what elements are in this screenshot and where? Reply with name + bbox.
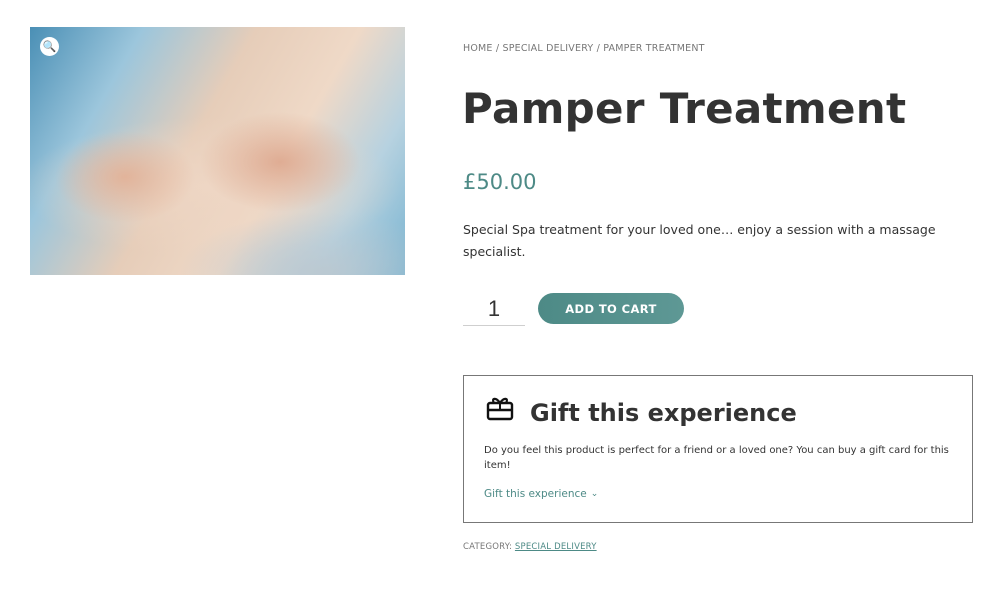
product-description: Special Spa treatment for your loved one…	[463, 222, 936, 259]
breadcrumb-current: PAMPER TREATMENT	[603, 43, 705, 54]
category-link[interactable]: SPECIAL DELIVERY	[515, 542, 597, 552]
gift-experience-toggle[interactable]: Gift this experience ⌄	[484, 488, 598, 500]
product-category: CATEGORY: SPECIAL DELIVERY	[463, 542, 597, 552]
quantity-input[interactable]	[463, 292, 525, 326]
gift-title: Gift this experience	[530, 399, 797, 427]
product-title: Pamper Treatment	[462, 84, 907, 133]
breadcrumb-home[interactable]: HOME	[463, 43, 493, 54]
product-image[interactable]: 🔍	[30, 27, 405, 275]
magnifier-icon[interactable]: 🔍	[40, 37, 59, 56]
breadcrumb-special-delivery[interactable]: SPECIAL DELIVERY	[502, 43, 593, 54]
breadcrumb: HOME / SPECIAL DELIVERY / PAMPER TREATME…	[463, 43, 705, 54]
add-to-cart-button[interactable]: ADD TO CART	[538, 293, 684, 324]
gift-link-label: Gift this experience	[484, 488, 587, 500]
gift-description: Do you feel this product is perfect for …	[484, 445, 949, 471]
gift-card-icon	[486, 397, 514, 421]
category-label: CATEGORY:	[463, 542, 515, 552]
chevron-down-icon: ⌄	[590, 488, 599, 499]
breadcrumb-separator: /	[492, 43, 503, 54]
product-price: £50.00	[463, 170, 537, 194]
gift-experience-box: Gift this experience Do you feel this pr…	[463, 375, 973, 523]
breadcrumb-separator: /	[593, 43, 604, 54]
